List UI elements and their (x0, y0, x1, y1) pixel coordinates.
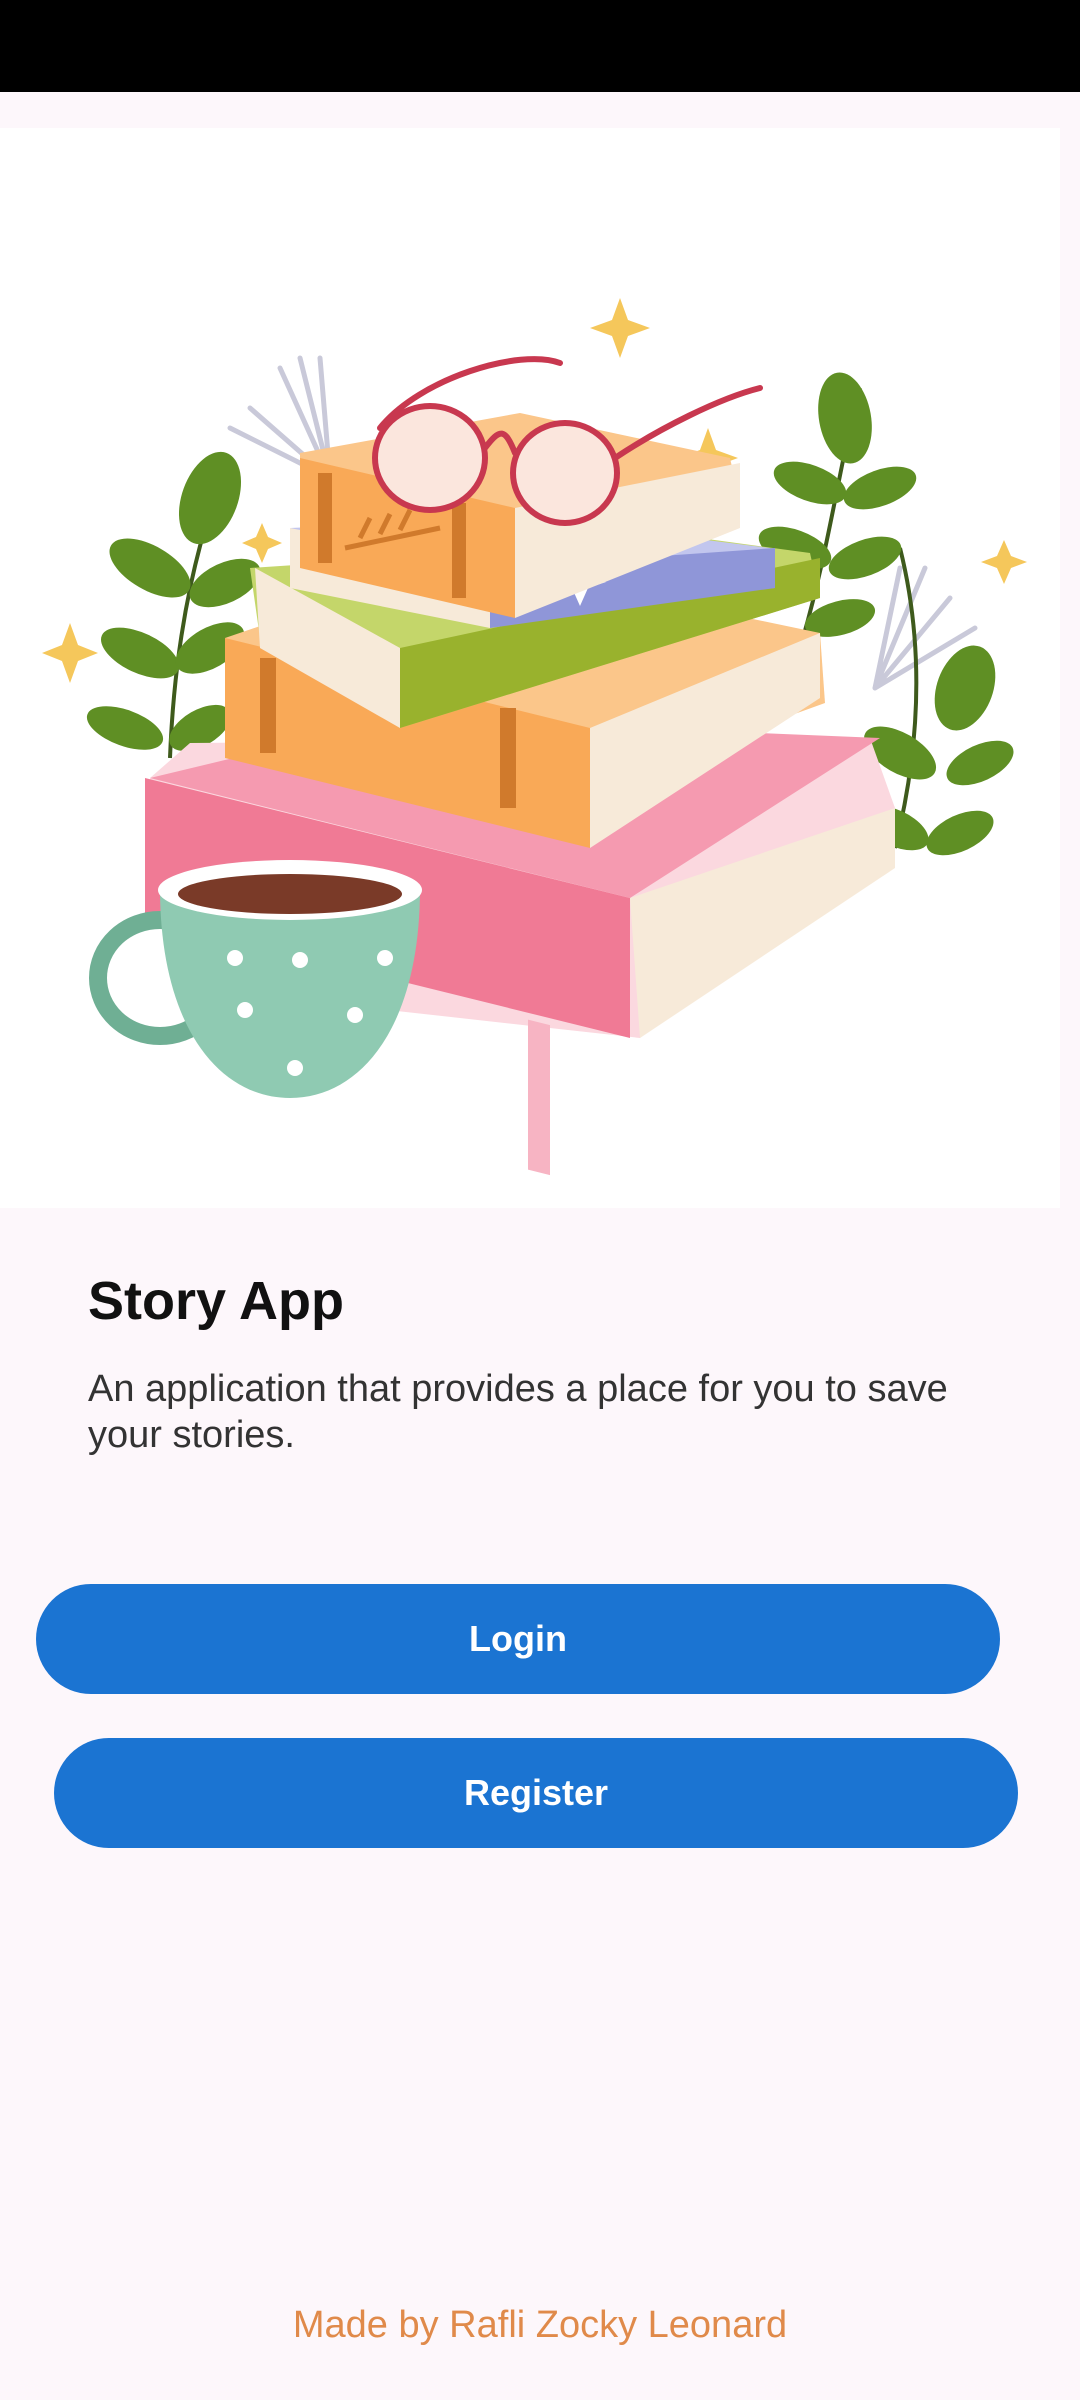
app-description: An application that provides a place for… (88, 1368, 948, 1456)
register-button[interactable]: Register (54, 1738, 1018, 1848)
login-button[interactable]: Login (36, 1584, 1000, 1694)
hero-illustration (0, 128, 1060, 1208)
books-illustration-icon (42, 298, 1027, 1176)
app-title: Story App (88, 1271, 344, 1331)
footer-credit: Made by Rafli Zocky Leonard (292, 2304, 788, 2346)
status-bar (0, 0, 1080, 92)
